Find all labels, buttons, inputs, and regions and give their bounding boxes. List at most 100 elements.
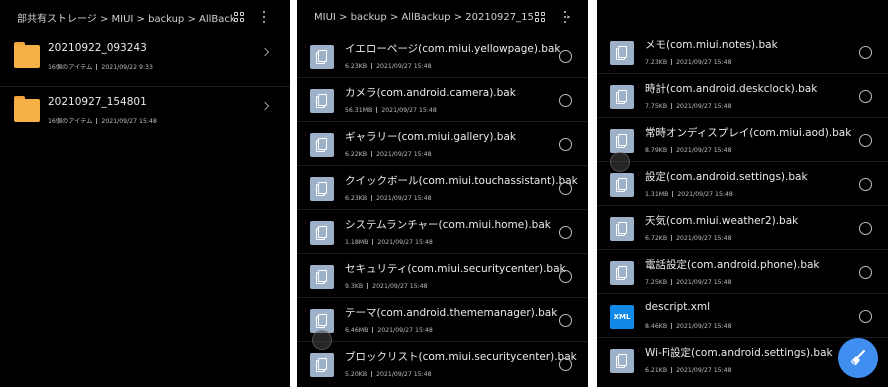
- file-meta: 5.20KB 2021/09/27 15:48: [345, 371, 432, 378]
- modified-date: 2021/09/27 15:48: [376, 195, 432, 202]
- file-row[interactable]: クイックボール(com.miui.touchassistant).bak 6.2…: [297, 166, 588, 210]
- folder-row[interactable]: 20210927_154801 16個のアイテム 2021/09/27 15:48: [0, 87, 290, 141]
- file-icon: [310, 45, 334, 69]
- file-name: メモ(com.miui.notes).bak: [645, 39, 778, 51]
- touch-indicator: [610, 152, 630, 172]
- file-size: 6.23KB: [345, 195, 368, 202]
- select-radio[interactable]: [859, 46, 872, 59]
- file-icon: [310, 221, 334, 245]
- modified-date: 2021/09/27 15:48: [676, 103, 732, 110]
- modified-date: 2021/09/27 15:48: [676, 235, 732, 242]
- file-name: ギャラリー(com.miui.gallery).bak: [345, 131, 516, 143]
- file-meta: 1.31MB 2021/09/27 15:48: [645, 191, 733, 198]
- select-radio[interactable]: [859, 266, 872, 279]
- file-size: 6.72KB: [645, 235, 668, 242]
- file-row[interactable]: イエローページ(com.miui.yellowpage).bak 6.23KB 2…: [297, 34, 588, 78]
- modified-date: 2021/09/27 15:48: [676, 147, 732, 154]
- file-row[interactable]: 時計(com.android.deskclock).bak 7.75KB 2021…: [597, 74, 888, 118]
- file-size: 8.79KB: [645, 147, 668, 154]
- folder-row[interactable]: 20210922_093243 16個のアイテム 2021/09/22 9:33: [0, 33, 290, 87]
- file-row[interactable]: 設定(com.android.settings).bak 1.31MB 2021/…: [597, 162, 888, 206]
- breadcrumb-path[interactable]: 部共有ストレージ > MIUI > backup > AllBackup >: [17, 10, 260, 25]
- file-name: 天気(com.miui.weather2).bak: [645, 215, 799, 227]
- file-size: 56.31MB: [345, 107, 373, 114]
- folder-name: 20210922_093243: [48, 42, 147, 54]
- file-row[interactable]: ギャラリー(com.miui.gallery).bak 6.22KB 2021/0…: [297, 122, 588, 166]
- file-row[interactable]: 電話設定(com.android.phone).bak 7.25KB 2021/0…: [597, 250, 888, 294]
- file-size: 8.46KB: [645, 323, 668, 330]
- select-radio[interactable]: [559, 182, 572, 195]
- file-row[interactable]: 天気(com.miui.weather2).bak 6.72KB 2021/09/…: [597, 206, 888, 250]
- modified-date: 2021/09/27 15:48: [376, 151, 432, 158]
- select-radio[interactable]: [559, 50, 572, 63]
- toolbar-icons: [533, 0, 567, 34]
- file-row[interactable]: システムランチャー(com.miui.home).bak 1.18MB 2021/…: [297, 210, 588, 254]
- file-name: descript.xml: [645, 301, 711, 313]
- file-icon: [310, 177, 334, 201]
- file-meta: 6.46MB 2021/09/27 15:48: [345, 327, 433, 334]
- modified-date: 2021/09/27 15:48: [377, 239, 433, 246]
- select-radio[interactable]: [559, 94, 572, 107]
- file-list: メモ(com.miui.notes).bak 7.23KB 2021/09/27 …: [597, 30, 888, 382]
- modified-date: 2021/09/27 15:48: [372, 283, 428, 290]
- select-radio[interactable]: [859, 90, 872, 103]
- file-icon: [310, 353, 334, 377]
- more-vert-icon[interactable]: [262, 11, 266, 23]
- modified-date: 2021/09/22 9:33: [101, 64, 153, 71]
- file-meta: 6.23KB 2021/09/27 15:48: [345, 195, 432, 202]
- file-row[interactable]: XML descript.xml 8.46KB 2021/09/27 15:48: [597, 294, 888, 338]
- file-row[interactable]: カメラ(com.android.camera).bak 56.31MB 2021/…: [297, 78, 588, 122]
- file-meta: 6.23KB 2021/09/27 15:48: [345, 63, 432, 70]
- select-radio[interactable]: [559, 226, 572, 239]
- file-icon: [610, 349, 634, 373]
- modified-date: 2021/09/27 15:48: [381, 107, 437, 114]
- item-count: 16個のアイテム: [48, 118, 93, 125]
- select-radio[interactable]: [559, 314, 572, 327]
- file-name: システムランチャー(com.miui.home).bak: [345, 219, 551, 231]
- select-radio[interactable]: [559, 358, 572, 371]
- file-icon: [310, 265, 334, 289]
- file-meta: 6.21KB 2021/09/27 15:48: [645, 367, 732, 374]
- file-size: 7.23KB: [645, 59, 668, 66]
- folder-meta: 16個のアイテム 2021/09/22 9:33: [48, 62, 153, 71]
- file-name: カメラ(com.android.camera).bak: [345, 87, 516, 99]
- select-radio[interactable]: [559, 138, 572, 151]
- file-name: ブロックリスト(com.miui.securitycenter).bak: [345, 351, 577, 363]
- file-row[interactable]: メモ(com.miui.notes).bak 7.23KB 2021/09/27 …: [597, 30, 888, 74]
- file-icon: [610, 41, 634, 65]
- file-name: 設定(com.android.settings).bak: [645, 171, 808, 183]
- folder-list-screen: 部共有ストレージ > MIUI > backup > AllBackup > 2…: [0, 0, 290, 387]
- file-name: テーマ(com.android.thememanager).bak: [345, 307, 558, 319]
- modified-date: 2021/09/27 15:48: [676, 367, 732, 374]
- select-radio[interactable]: [859, 310, 872, 323]
- more-vert-icon[interactable]: [563, 11, 567, 23]
- select-radio[interactable]: [859, 178, 872, 191]
- file-meta: 1.18MB 2021/09/27 15:48: [345, 239, 433, 246]
- file-row[interactable]: ブロックリスト(com.miui.securitycenter).bak 5.2…: [297, 342, 588, 386]
- folder-name: 20210927_154801: [48, 96, 147, 108]
- folder-meta: 16個のアイテム 2021/09/27 15:48: [48, 116, 157, 125]
- file-meta: 7.25KB 2021/09/27 15:48: [645, 279, 732, 286]
- modified-date: 2021/09/27 15:48: [676, 323, 732, 330]
- select-radio[interactable]: [859, 222, 872, 235]
- file-row[interactable]: セキュリティ(com.miui.securitycenter).bak 9.3K…: [297, 254, 588, 298]
- toolbar-icons: [234, 0, 266, 34]
- modified-date: 2021/09/27 15:48: [376, 371, 432, 378]
- file-row[interactable]: 常時オンディスプレイ(com.miui.aod).bak 8.79KB 2021/…: [597, 118, 888, 162]
- modified-date: 2021/09/27 15:48: [376, 63, 432, 70]
- broom-icon: [851, 350, 865, 365]
- file-meta: 8.46KB 2021/09/27 15:48: [645, 323, 732, 330]
- select-radio[interactable]: [859, 134, 872, 147]
- file-name: 常時オンディスプレイ(com.miui.aod).bak: [645, 127, 852, 139]
- file-name: セキュリティ(com.miui.securitycenter).bak: [345, 263, 566, 275]
- touch-indicator: [312, 330, 332, 350]
- file-icon: [610, 173, 634, 197]
- select-radio[interactable]: [559, 270, 572, 283]
- file-size: 5.20KB: [345, 371, 368, 378]
- file-icon: [610, 217, 634, 241]
- grid-view-icon[interactable]: [535, 12, 545, 22]
- grid-view-icon[interactable]: [234, 12, 244, 22]
- file-row[interactable]: テーマ(com.android.thememanager).bak 6.46MB…: [297, 298, 588, 342]
- chevron-right-icon: [260, 47, 270, 57]
- clean-button[interactable]: [838, 338, 878, 378]
